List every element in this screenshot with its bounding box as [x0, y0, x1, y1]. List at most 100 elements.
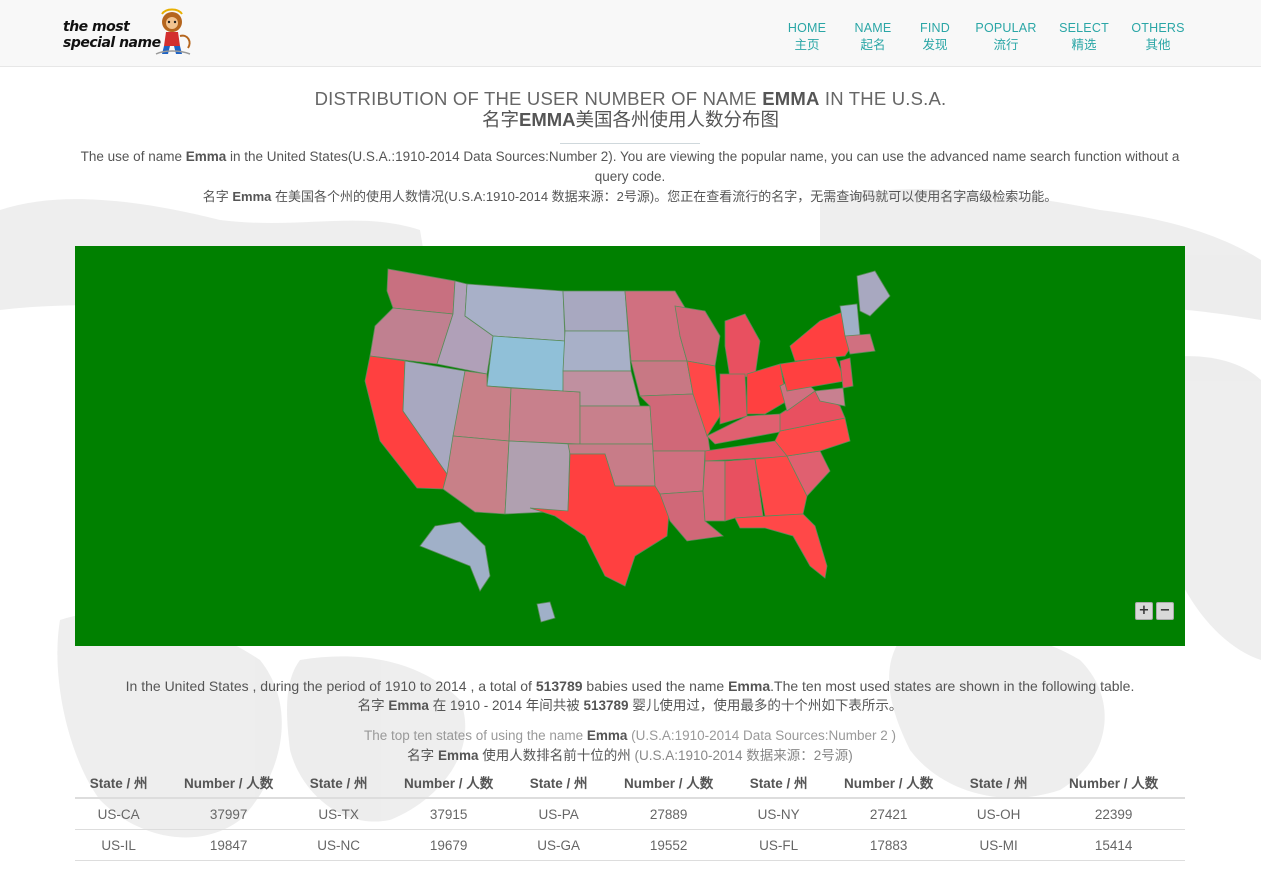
- state-nm[interactable]: [504, 440, 571, 515]
- state-cell: US-FL: [735, 829, 823, 861]
- nav-select-label: SELECT: [1059, 21, 1109, 35]
- summary-name: Emma: [728, 678, 771, 694]
- caption-zh-p1: 名字: [407, 748, 438, 763]
- state-nj[interactable]: [839, 357, 854, 389]
- summary-p3: .The ten most used states are shown in t…: [770, 678, 1135, 694]
- number-cell: 19679: [382, 829, 516, 861]
- nav-select-label-zh: 精选: [1071, 38, 1097, 52]
- table-caption-zh: 名字 Emma 使用人数排名前十位的州 (U.S.A:1910-2014 数据来…: [60, 746, 1200, 766]
- col-number-3: Number / 人数: [602, 766, 736, 799]
- state-in[interactable]: [719, 373, 748, 425]
- state-sd[interactable]: [562, 330, 632, 372]
- nav-popular[interactable]: POPULAR 流行: [966, 20, 1046, 54]
- nav-find[interactable]: FIND 发现: [895, 20, 975, 54]
- nav-others[interactable]: OTHERS 其他: [1118, 20, 1198, 54]
- state-nd[interactable]: [562, 290, 629, 332]
- summary-p1: In the United States , during the period…: [125, 678, 536, 694]
- nav-others-label: OTHERS: [1131, 21, 1185, 35]
- state-cell: US-GA: [515, 829, 603, 861]
- nav-find-label: FIND: [920, 21, 950, 35]
- col-number-2: Number / 人数: [382, 766, 516, 799]
- title-zh-suffix: 美国各州使用人数分布图: [575, 109, 780, 130]
- intro-zh-prefix: 名字: [202, 189, 233, 204]
- state-hi[interactable]: [536, 601, 556, 623]
- nav-select[interactable]: SELECT 精选: [1044, 20, 1124, 54]
- zoom-in-button[interactable]: +: [1135, 602, 1153, 620]
- summary-p2: babies used the name: [582, 678, 729, 694]
- usa-state-map[interactable]: + −: [75, 246, 1185, 646]
- state-az[interactable]: [442, 435, 510, 515]
- col-state-4: State / 州: [735, 766, 823, 799]
- state-ar[interactable]: [652, 450, 706, 495]
- number-cell: 37997: [162, 798, 296, 830]
- nav-popular-label: POPULAR: [975, 21, 1037, 35]
- state-fl[interactable]: [734, 513, 828, 579]
- caption-name: Emma: [586, 728, 628, 743]
- summary-zh-p1: 名字: [357, 698, 389, 713]
- nav-popular-label-zh: 流行: [993, 38, 1019, 52]
- logo-line-2: special name: [63, 35, 161, 51]
- state-cell: US-IL: [75, 829, 163, 861]
- state-cell: US-MI: [955, 829, 1043, 861]
- title-zh-prefix: 名字: [481, 109, 519, 130]
- number-cell: 19847: [162, 829, 296, 861]
- usa-map-svg[interactable]: [75, 246, 1185, 646]
- state-me[interactable]: [856, 270, 891, 317]
- summary-text-zh: 名字 Emma 在 1910 - 2014 年间共被 513789 婴儿使用过，…: [60, 696, 1200, 716]
- title-prefix: DISTRIBUTION OF THE USER NUMBER OF NAME: [314, 88, 763, 109]
- col-number-4: Number / 人数: [822, 766, 956, 799]
- intro-text-zh: 名字 Emma 在美国各个州的使用人数情况(U.S.A:1910-2014 数据…: [80, 187, 1180, 207]
- summary-text: In the United States , during the period…: [60, 676, 1200, 696]
- number-cell: 27421: [822, 798, 956, 830]
- number-cell: 22399: [1042, 798, 1185, 830]
- site-logo[interactable]: the most special name: [60, 8, 200, 60]
- table-row: US-CA 37997 US-TX 37915 US-PA 27889 US-N…: [75, 798, 1185, 830]
- state-cell: US-NC: [295, 829, 383, 861]
- number-cell: 19552: [602, 829, 736, 861]
- table-header-row: State / 州 Number / 人数 State / 州 Number /…: [75, 766, 1185, 799]
- summary-zh-total: 513789: [583, 698, 629, 713]
- col-number-1: Number / 人数: [162, 766, 296, 799]
- state-co[interactable]: [508, 387, 581, 445]
- page-title: DISTRIBUTION OF THE USER NUMBER OF NAME …: [0, 88, 1261, 110]
- col-number-5: Number / 人数: [1042, 766, 1185, 799]
- nav-others-label-zh: 其他: [1145, 38, 1171, 52]
- table-row: US-IL 19847 US-NC 19679 US-GA 19552 US-F…: [75, 829, 1185, 861]
- logo-line-1: the most: [63, 19, 130, 35]
- number-cell: 15414: [1042, 829, 1185, 861]
- page-title-zh: 名字EMMA美国各州使用人数分布图: [0, 109, 1261, 131]
- table-caption: The top ten states of using the name Emm…: [60, 726, 1200, 746]
- state-ks[interactable]: [579, 405, 654, 445]
- intro-suffix: in the United States(U.S.A.:1910-2014 Da…: [226, 149, 1180, 184]
- title-divider: [560, 143, 700, 144]
- col-state-3: State / 州: [515, 766, 603, 799]
- state-ma-ct-ri[interactable]: [844, 333, 876, 355]
- summary-total: 513789: [535, 678, 583, 694]
- state-ia[interactable]: [630, 360, 694, 397]
- intro-zh-suffix: 在美国各个州的使用人数情况(U.S.A:1910-2014 数据来源：2号源)。…: [271, 189, 1058, 204]
- number-cell: 17883: [822, 829, 956, 861]
- number-cell: 27889: [602, 798, 736, 830]
- intro-name: Emma: [185, 149, 227, 164]
- state-wa[interactable]: [386, 268, 456, 315]
- col-state-2: State / 州: [295, 766, 383, 799]
- title-suffix: IN THE U.S.A.: [819, 88, 947, 109]
- col-state-5: State / 州: [955, 766, 1043, 799]
- state-cell: US-CA: [75, 798, 163, 830]
- title-zh-name: EMMA: [518, 109, 576, 130]
- state-cell: US-PA: [515, 798, 603, 830]
- caption-zh-name: Emma: [437, 748, 479, 763]
- summary-zh-p3: 婴儿使用过，使用最多的十个州如下表所示。: [628, 698, 903, 713]
- caption-p2: (U.S.A:1910-2014 Data Sources:Number 2 ): [627, 728, 897, 743]
- state-ak[interactable]: [419, 521, 491, 592]
- state-wy[interactable]: [486, 335, 566, 392]
- state-mi[interactable]: [724, 313, 761, 379]
- summary-zh-name: Emma: [388, 698, 429, 713]
- intro-prefix: The use of name: [80, 149, 186, 164]
- title-name: EMMA: [762, 88, 820, 109]
- state-ms[interactable]: [702, 460, 726, 522]
- state-cell: US-NY: [735, 798, 823, 830]
- zoom-out-button[interactable]: −: [1156, 602, 1174, 620]
- state-pa[interactable]: [779, 355, 846, 392]
- state-cell: US-OH: [955, 798, 1043, 830]
